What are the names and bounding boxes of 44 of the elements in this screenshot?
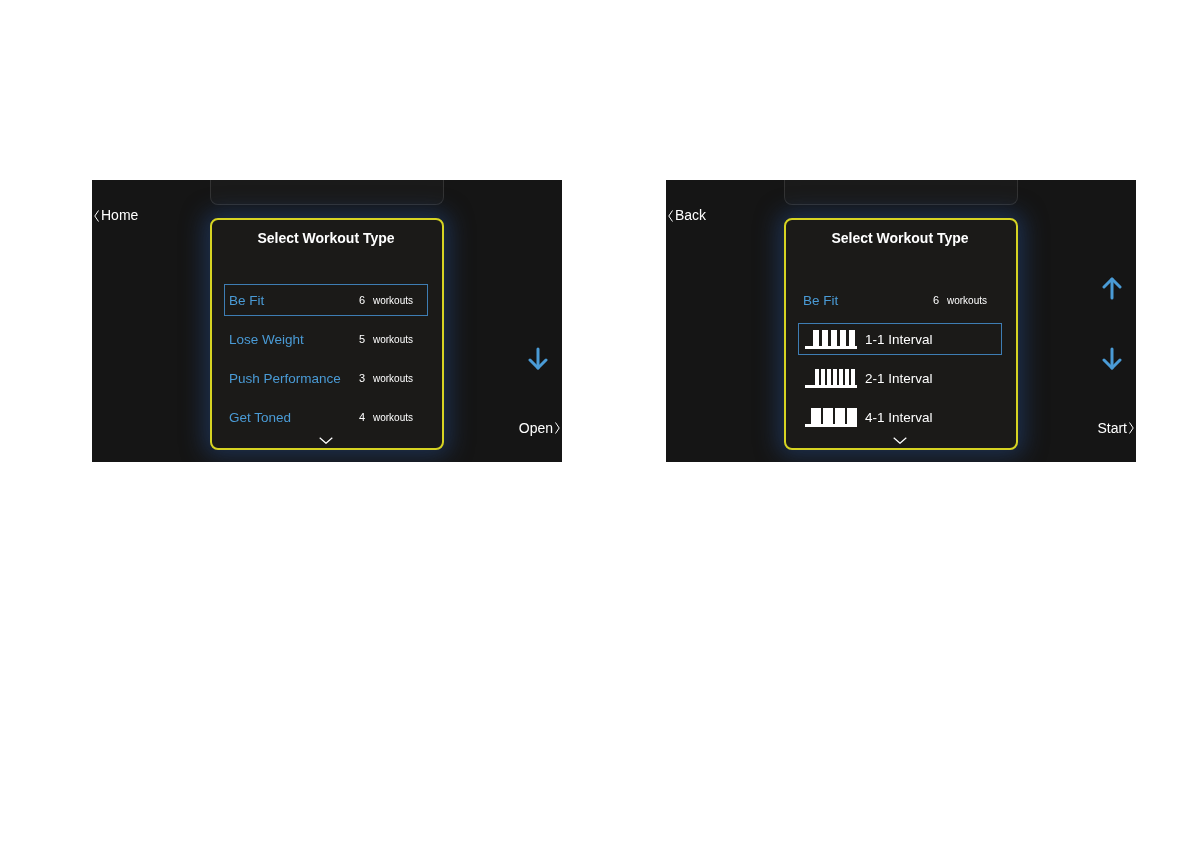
count-unit: workouts	[373, 294, 413, 306]
workout-type-name: Lose Weight	[229, 331, 305, 347]
chevron-down-icon[interactable]	[319, 437, 333, 444]
workout-count: 6	[933, 294, 941, 306]
panel-title: Select Workout Type	[257, 229, 395, 248]
workout-type-row[interactable]: Be Fit 6 workouts	[798, 284, 1002, 316]
panel-title: Select Workout Type	[831, 229, 969, 248]
count-unit: workouts	[373, 333, 413, 345]
chevron-left-icon	[668, 209, 673, 222]
workout-name: 2-1 Interval	[865, 370, 933, 386]
interval-bars-icon	[805, 329, 857, 349]
workout-type-row[interactable]: Push Performance 3 workouts	[224, 362, 428, 394]
chevron-down-icon[interactable]	[893, 437, 907, 444]
chevron-right-icon	[1129, 422, 1134, 434]
workout-type-name: Get Toned	[229, 409, 293, 425]
workout-name: 1-1 Interval	[865, 331, 933, 347]
workout-row[interactable]: 1-1 Interval	[798, 323, 1002, 355]
back-button[interactable]: Home	[94, 207, 139, 224]
workout-row[interactable]: 4-1 Interval	[798, 401, 1002, 433]
workout-count: 5	[359, 333, 367, 345]
workout-type-row[interactable]: Get Toned 4 workouts	[224, 401, 428, 433]
chevron-left-icon	[94, 209, 99, 222]
workout-type-row[interactable]: Lose Weight 5 workouts	[224, 323, 428, 355]
workout-type-name: Be Fit	[803, 292, 840, 308]
action-button[interactable]: Open	[518, 419, 560, 437]
workout-name: 4-1 Interval	[865, 409, 933, 425]
arrow-down-icon[interactable]	[1102, 347, 1122, 371]
workout-type-name: Push Performance	[229, 370, 342, 386]
workout-type-name: Be Fit	[229, 292, 266, 308]
count-unit: workouts	[947, 294, 987, 306]
action-button[interactable]: Start	[1097, 419, 1134, 437]
arrow-down-icon[interactable]	[528, 347, 548, 371]
workout-count: 3	[359, 372, 367, 384]
count-unit: workouts	[373, 411, 413, 423]
back-button[interactable]: Back	[668, 207, 707, 224]
workout-count: 4	[359, 411, 367, 423]
workout-row[interactable]: 2-1 Interval	[798, 362, 1002, 394]
workout-count: 6	[359, 294, 367, 306]
chevron-right-icon	[555, 422, 560, 434]
arrow-up-icon[interactable]	[1102, 276, 1122, 300]
workout-type-row[interactable]: Be Fit 6 workouts	[224, 284, 428, 316]
interval-bars-icon	[805, 407, 857, 427]
count-unit: workouts	[373, 372, 413, 384]
interval-bars-icon	[805, 368, 857, 388]
